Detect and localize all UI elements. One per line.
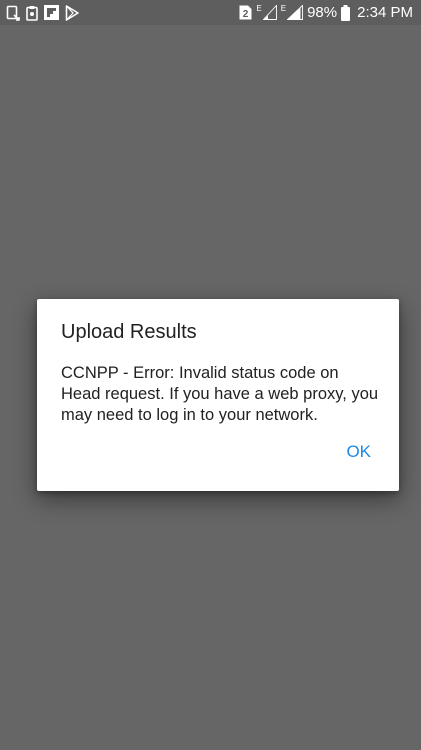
battery-icon bbox=[341, 4, 351, 21]
play-store-icon bbox=[65, 4, 79, 21]
sim-2-icon: 2 bbox=[239, 5, 252, 20]
screenshot-icon bbox=[6, 5, 20, 21]
battery-percent: 98% bbox=[307, 4, 338, 21]
clock: 2:34 PM bbox=[357, 4, 413, 21]
clipboard-icon bbox=[26, 5, 38, 21]
status-bar: 2 E E 98% 2:34 PM bbox=[0, 0, 421, 25]
network-type-1: E bbox=[256, 3, 262, 13]
ok-button[interactable]: OK bbox=[334, 437, 383, 467]
system-icons: 2 E E 98% 2:34 PM bbox=[239, 3, 413, 22]
notification-icons bbox=[6, 4, 79, 21]
signal-strong-icon bbox=[287, 5, 304, 20]
sim-badge-text: 2 bbox=[243, 9, 249, 20]
flipboard-icon bbox=[44, 5, 59, 20]
dialog-title: Upload Results bbox=[61, 321, 197, 343]
network-type-2: E bbox=[280, 3, 287, 13]
signal-weak-icon bbox=[262, 5, 277, 20]
upload-results-dialog: Upload Results CCNPP - Error: Invalid st… bbox=[37, 299, 399, 491]
dialog-message: CCNPP - Error: Invalid status code on He… bbox=[61, 364, 379, 424]
